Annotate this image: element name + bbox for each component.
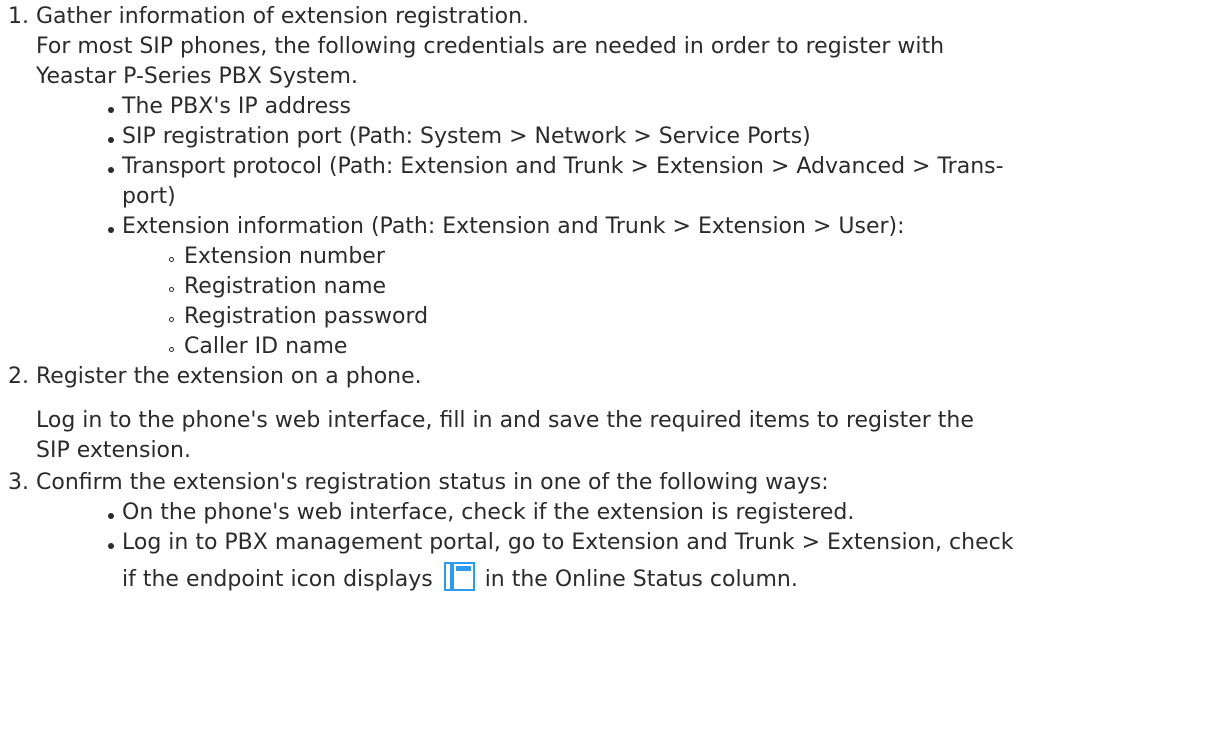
bullet-marker xyxy=(108,137,114,143)
step-1-sub-extension-number: Extension number xyxy=(184,244,385,269)
step-1-title: Gather information of extension registra… xyxy=(36,4,530,29)
sub-bullet-marker xyxy=(169,257,174,262)
step-2-title: Register the extension on a phone. xyxy=(36,364,422,389)
sub-bullet-marker xyxy=(169,317,174,322)
step-1-bullet-port: SIP registration port (Path: System > Ne… xyxy=(122,124,811,149)
step-1-sub-registration-name: Registration name xyxy=(184,274,387,299)
step-3-bullet-portal-cont: if the endpoint icon displays in the Onl… xyxy=(122,562,798,594)
step-1-sub-registration-password: Registration password xyxy=(184,304,429,329)
step-1-bullet-transport-cont: port) xyxy=(122,184,176,209)
step-3-bullet-portal: Log in to PBX management portal, go to E… xyxy=(122,530,1014,555)
step-3-number: 3. xyxy=(8,470,29,495)
bullet-marker xyxy=(108,513,114,519)
step-1-text-line-1: For most SIP phones, the following crede… xyxy=(36,34,945,59)
icon-sentence-after: in the Online Status column. xyxy=(484,567,798,592)
icon-sentence-before: if the endpoint icon displays xyxy=(122,567,433,592)
step-1-bullet-extension-info: Extension information (Path: Extension a… xyxy=(122,214,905,239)
bullet-marker xyxy=(108,167,114,173)
bullet-marker xyxy=(108,543,114,549)
bullet-marker xyxy=(108,227,114,233)
bullet-marker xyxy=(108,107,114,113)
step-2-text-line-2: SIP extension. xyxy=(36,438,191,463)
sub-bullet-marker xyxy=(169,287,174,292)
step-1-bullet-ip: The PBX's IP address xyxy=(122,94,352,119)
sub-bullet-marker xyxy=(169,347,174,352)
step-3-bullet-phone-web: On the phone's web interface, check if t… xyxy=(122,500,855,525)
step-2-number: 2. xyxy=(8,364,29,389)
endpoint-online-icon xyxy=(443,562,476,592)
step-2-text-line-1: Log in to the phone's web interface, fil… xyxy=(36,408,974,433)
step-1-sub-caller-id: Caller ID name xyxy=(184,334,348,359)
step-1-bullet-transport: Transport protocol (Path: Extension and … xyxy=(122,154,1004,179)
step-3-title: Confirm the extension's registration sta… xyxy=(36,470,829,495)
step-1-number: 1. xyxy=(8,4,29,29)
step-1-text-line-2: Yeastar P-Series PBX System. xyxy=(36,64,358,89)
